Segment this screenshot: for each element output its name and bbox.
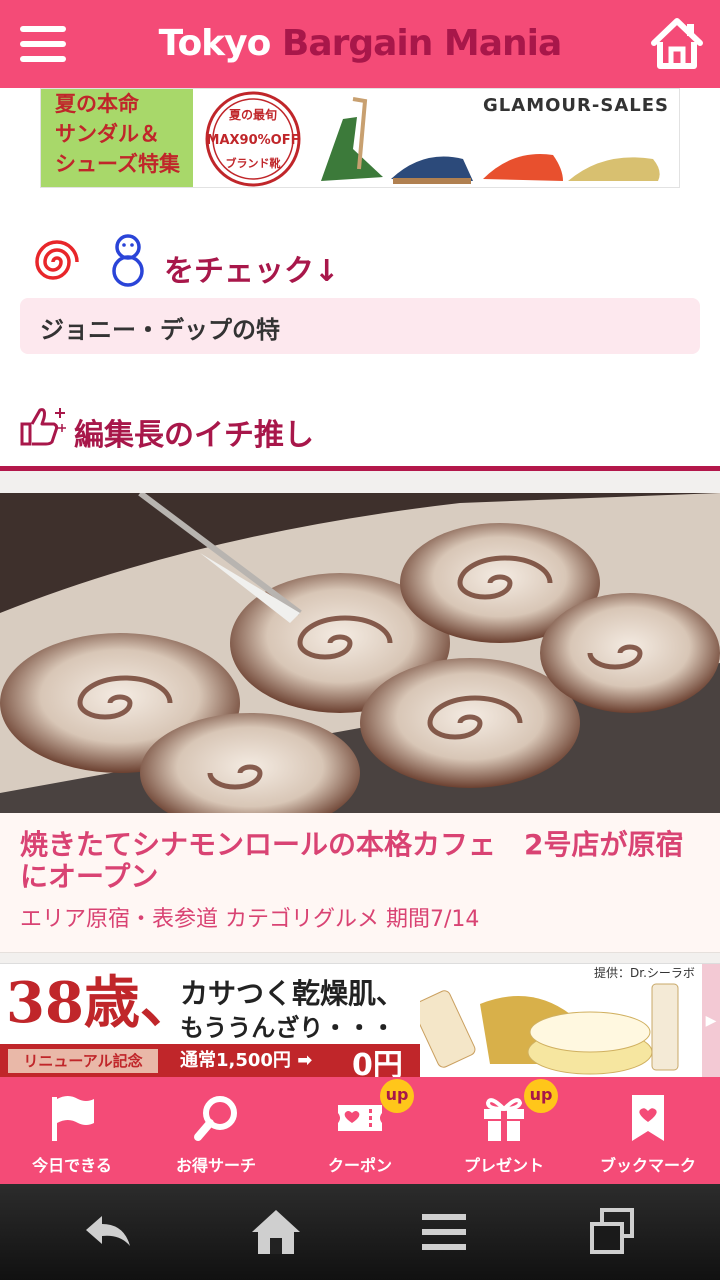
bookmark-icon — [632, 1095, 664, 1141]
news-ticker[interactable]: ジョニー・デップの特 — [20, 298, 700, 354]
bottom-tab-bar: 今日できる お得サーチ up クーポン up プレゼント ブックマーク — [0, 1077, 720, 1184]
tab-label: クーポン — [327, 1156, 392, 1175]
banner-copy-line: サンダル＆ — [55, 121, 160, 146]
tab-bookmark[interactable]: ブックマーク — [576, 1077, 720, 1184]
content-gap — [0, 953, 720, 963]
section-title: 編集長のイチ推し — [74, 418, 314, 453]
thumbs-up-icon — [20, 408, 66, 446]
tab-label: お得サーチ — [175, 1156, 256, 1175]
tab-coupon[interactable]: up クーポン — [288, 1077, 432, 1184]
discount-stamp-icon: 夏の最旬 MAX90%OFF ブランド靴 — [205, 91, 301, 187]
swirl-icon — [35, 240, 79, 280]
ticker-text: ジョニー・デップの特 — [40, 316, 280, 344]
ad-copy-line2: もううんざり・・・ — [180, 1013, 396, 1042]
app-header: Tokyo Bargain Mania — [0, 0, 720, 88]
check-row: をチェック↓ — [28, 232, 708, 292]
back-icon[interactable] — [78, 1204, 138, 1260]
ad-products-image — [420, 983, 679, 1075]
stamp-main-text: MAX90%OFF — [207, 133, 300, 148]
recent-apps-icon[interactable] — [582, 1204, 642, 1260]
article-image[interactable] — [0, 493, 720, 813]
section-spacer — [0, 471, 720, 493]
system-nav-bar — [0, 1184, 720, 1280]
check-label: をチェック↓ — [164, 254, 340, 289]
tab-label: ブックマーク — [599, 1156, 696, 1175]
banner-brand: GLAMOUR-SALES — [483, 95, 669, 116]
home-icon[interactable] — [650, 16, 704, 70]
ad-next-arrow-icon[interactable]: ▶ — [702, 964, 720, 1077]
sandal-sale-banner[interactable]: 夏の本命 サンダル＆ シューズ特集 夏の最旬 MAX90%OFF ブランド靴 G… — [40, 88, 680, 188]
ad-regular-price: 通常1,500円 ➡ — [180, 1050, 313, 1071]
gift-icon — [484, 1098, 524, 1141]
article-meta: エリア原宿・表参道 カテゴリグルメ 期間7/14 — [20, 907, 480, 932]
article-title[interactable]: 焼きたてシナモンロールの本格カフェ 2号店が原宿にオープン — [20, 829, 700, 893]
ad-renewal-tag: リニューアル記念 — [8, 1049, 158, 1073]
banner-copy-line: 夏の本命 — [55, 91, 139, 116]
article-card[interactable]: 焼きたてシナモンロールの本格カフェ 2号店が原宿にオープン エリア原宿・表参道 … — [0, 813, 720, 953]
tab-search[interactable]: お得サーチ — [144, 1077, 288, 1184]
stamp-top-text: 夏の最旬 — [229, 107, 277, 122]
menu-icon[interactable] — [414, 1204, 474, 1260]
app-logo[interactable]: Tokyo Bargain Mania — [150, 18, 570, 70]
home-icon[interactable] — [246, 1204, 306, 1260]
section-heading: 編集長のイチ推し — [18, 400, 708, 460]
coupon-up-badge: up — [380, 1079, 414, 1113]
search-icon — [194, 1096, 237, 1141]
app-screen: Tokyo Bargain Mania 夏の本命 サンダル＆ シューズ特集 夏の… — [0, 0, 720, 1280]
ad-age: 38歳、 — [6, 970, 196, 1036]
coupon-icon — [338, 1105, 382, 1131]
ad-free-price: 0円 — [352, 1048, 403, 1077]
tab-present[interactable]: up プレゼント — [432, 1077, 576, 1184]
banner-copy: 夏の本命 サンダル＆ シューズ特集 — [41, 89, 193, 187]
snowman-icon — [112, 234, 144, 287]
tab-label: 今日できる — [32, 1156, 112, 1175]
logo-word-bargain-mania: Bargain Mania — [281, 23, 562, 64]
tab-today[interactable]: 今日できる — [0, 1077, 144, 1184]
cosmetics-ad-banner[interactable]: 38歳、 カサつく乾燥肌、 もううんざり・・・ 提供：Dr.シーラボ リニューア… — [0, 963, 720, 1077]
ad-copy-line1: カサつく乾燥肌、 — [180, 977, 405, 1010]
stamp-bottom-text: ブランド靴 — [226, 156, 281, 170]
flag-icon — [52, 1096, 94, 1141]
tab-label: プレゼント — [463, 1156, 544, 1175]
present-up-badge: up — [524, 1079, 558, 1113]
hamburger-menu-icon[interactable] — [18, 24, 70, 64]
banner-copy-line: シューズ特集 — [55, 151, 180, 176]
logo-word-tokyo: Tokyo — [158, 23, 272, 64]
